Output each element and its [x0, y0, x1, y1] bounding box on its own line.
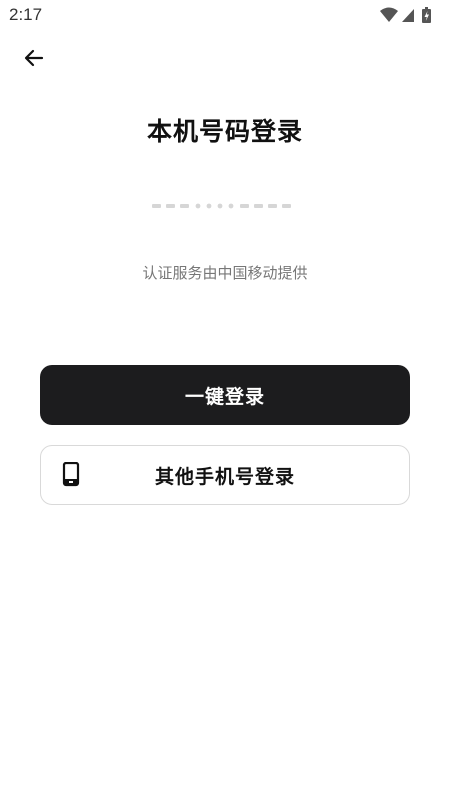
login-screen: 2:17 本机号码登录 认证服务由中国移动提供 一键登录 其他手机号登录	[0, 0, 450, 800]
other-phone-login-button[interactable]: 其他手机号登录	[40, 445, 410, 505]
back-button[interactable]	[18, 42, 50, 74]
status-time: 2:17	[9, 5, 43, 24]
phone-icon	[62, 462, 80, 487]
masked-phone-number-placeholder	[152, 203, 291, 209]
provider-note: 认证服务由中国移动提供	[142, 264, 308, 282]
arrow-left-icon	[24, 49, 44, 67]
wifi-icon	[380, 7, 398, 22]
one-tap-login-button[interactable]: 一键登录	[40, 365, 410, 425]
cell-signal-icon	[402, 9, 414, 22]
status-bar: 2:17	[0, 0, 450, 32]
masked-phone-number	[0, 196, 450, 216]
other-phone-login-label: 其他手机号登录	[154, 465, 295, 488]
status-icons	[380, 7, 431, 23]
one-tap-login-label: 一键登录	[184, 385, 265, 408]
page-title: 本机号码登录	[146, 117, 303, 146]
battery-charging-icon	[422, 7, 431, 23]
